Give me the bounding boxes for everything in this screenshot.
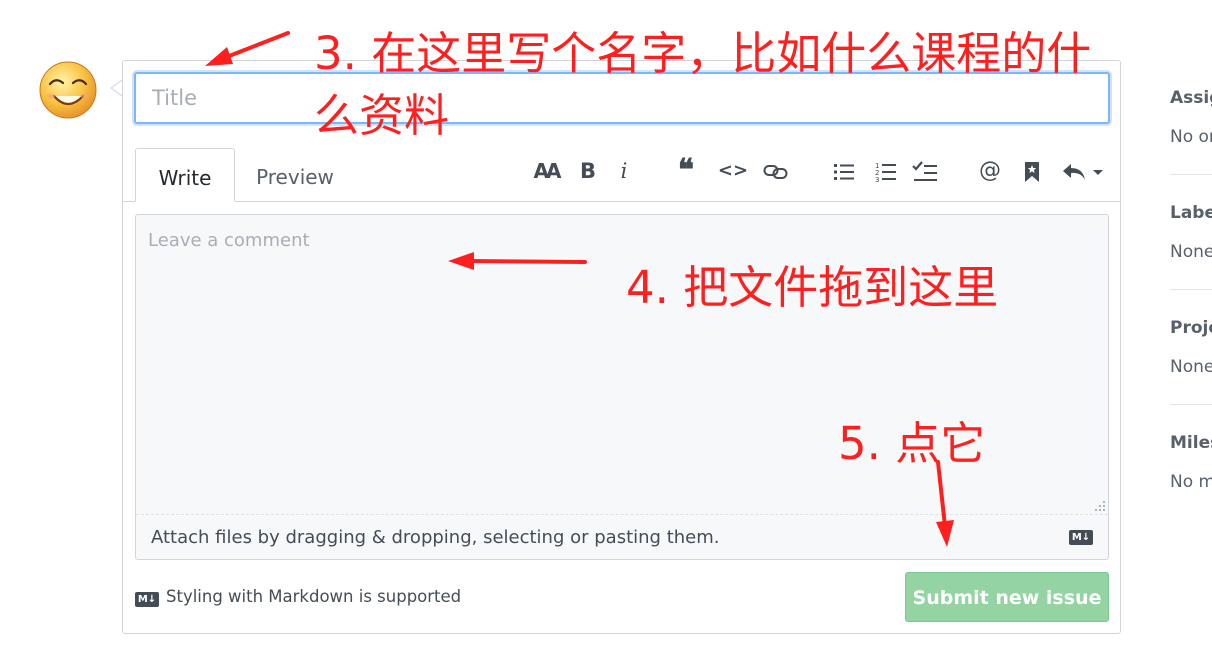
list-unordered-icon bbox=[834, 164, 854, 180]
sidebar-projects-heading[interactable]: Proje bbox=[1170, 318, 1212, 338]
tab-write[interactable]: Write bbox=[135, 148, 235, 202]
markdown-icon: M↓ bbox=[1069, 530, 1093, 545]
link-button[interactable] bbox=[761, 156, 791, 186]
resize-handle-icon[interactable] bbox=[1094, 500, 1106, 512]
bookmark-icon bbox=[1025, 162, 1039, 182]
italic-button[interactable]: i bbox=[612, 156, 636, 186]
list-ordered-icon: 1 2 3 bbox=[875, 162, 896, 184]
unordered-list-button[interactable] bbox=[830, 156, 858, 186]
annotation-step3-cont: 么资料 bbox=[314, 89, 450, 142]
markdown-icon: M↓ bbox=[135, 592, 159, 607]
mention-button[interactable]: @ bbox=[976, 156, 1004, 186]
sidebar-assignees-value: No or bbox=[1170, 127, 1212, 147]
sidebar-projects-value: None bbox=[1170, 357, 1212, 377]
sidebar-labels-heading[interactable]: Label bbox=[1170, 203, 1212, 223]
sidebar-divider bbox=[1170, 289, 1212, 290]
annotation-step3: 3. 在这里写个名字，比如什么课程的什 bbox=[314, 27, 1092, 80]
submit-new-issue-button[interactable]: Submit new issue bbox=[905, 572, 1109, 622]
sidebar-assignees-heading[interactable]: Assig bbox=[1170, 88, 1212, 108]
annotation-step4: 4. 把文件拖到这里 bbox=[626, 261, 999, 314]
sidebar-milestone-value: No m bbox=[1170, 472, 1212, 492]
ordered-list-button[interactable]: 1 2 3 bbox=[872, 156, 900, 186]
sidebar-divider bbox=[1170, 174, 1212, 175]
markdown-supported-link[interactable]: Styling with Markdown is supported bbox=[166, 587, 461, 606]
tasklist-icon bbox=[912, 161, 937, 181]
sidebar-labels-value: None bbox=[1170, 242, 1212, 262]
reply-icon bbox=[1063, 164, 1103, 180]
comment-caret bbox=[110, 80, 122, 96]
attach-files-text[interactable]: Attach files by dragging & dropping, sel… bbox=[151, 527, 720, 548]
link-icon bbox=[763, 165, 788, 179]
reference-button[interactable] bbox=[1019, 156, 1045, 186]
svg-text:3: 3 bbox=[875, 176, 879, 183]
header-text-button[interactable]: AA bbox=[531, 156, 562, 186]
tab-preview[interactable]: Preview bbox=[245, 148, 345, 202]
sidebar-milestone-heading[interactable]: Miles bbox=[1170, 433, 1212, 453]
code-button[interactable]: <> bbox=[716, 156, 750, 186]
bold-button[interactable]: B bbox=[575, 156, 601, 186]
sidebar-divider bbox=[1170, 404, 1212, 405]
user-avatar bbox=[39, 61, 97, 119]
quote-button[interactable]: ❝ bbox=[672, 156, 700, 186]
annotation-step5: 5. 点它 bbox=[838, 417, 986, 470]
task-list-button[interactable] bbox=[910, 156, 940, 186]
saved-reply-button[interactable] bbox=[1060, 156, 1106, 186]
